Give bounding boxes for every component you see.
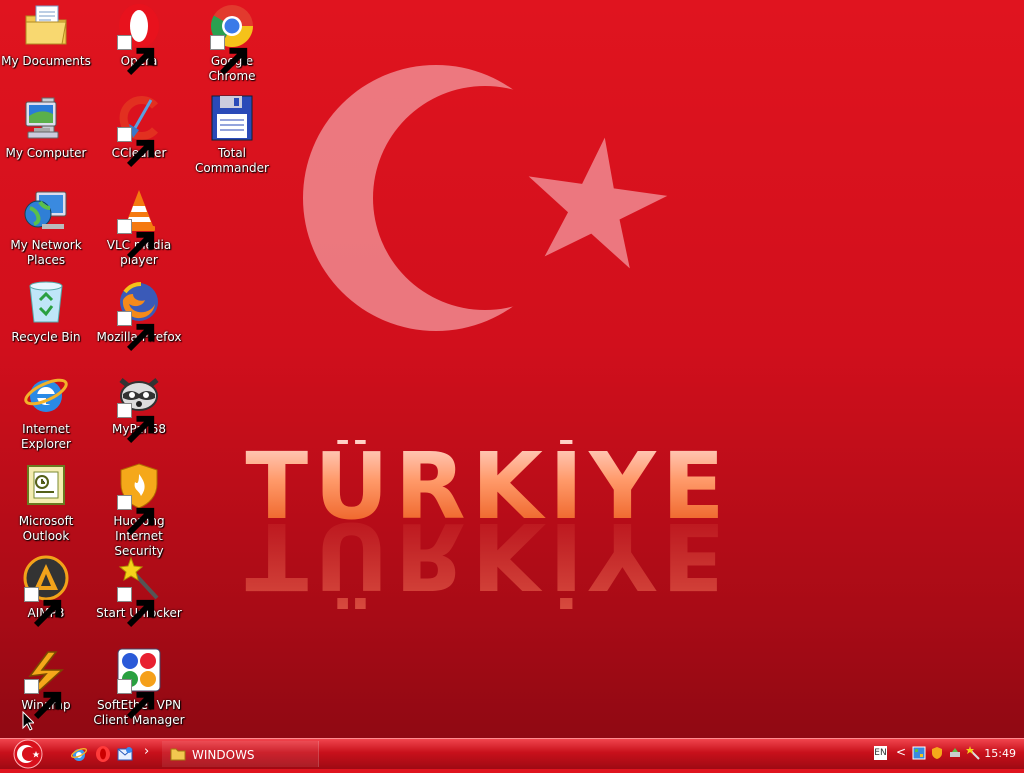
chrome-icon	[208, 2, 256, 76]
shortcut-arrow-icon	[117, 679, 155, 720]
desktop-icon-recycle-bin[interactable]: Recycle Bin	[0, 278, 92, 345]
desktop-icon-vlc-media-player[interactable]: VLC media player	[93, 186, 185, 268]
desktop-icon-opera[interactable]: Opera	[93, 2, 185, 76]
desktop-icon-softether-vpn[interactable]: SoftEther VPN Client Manager	[93, 646, 185, 728]
desktop-icon-start-unlocker[interactable]: Start Unlocker	[93, 554, 185, 628]
desktop-icon-mozilla-firefox[interactable]: Mozilla Firefox	[93, 278, 185, 352]
winamp-icon	[22, 646, 70, 720]
quicklaunch-internet-explorer[interactable]	[70, 745, 88, 763]
network-places-icon	[22, 186, 70, 234]
shortcut-arrow-icon	[24, 679, 62, 720]
quicklaunch-outlook-express[interactable]	[116, 745, 134, 763]
firefox-icon	[115, 278, 163, 352]
start-button[interactable]	[8, 739, 48, 769]
desktop-icon-my-network-places[interactable]: My Network Places	[0, 186, 92, 268]
desktop-icon-winamp[interactable]: Winamp	[0, 646, 92, 720]
desktop-icon-mypal-68[interactable]: MyPal 68	[93, 370, 185, 444]
desktop-icon-huorong-internet-security[interactable]: Huorong Internet Security	[93, 462, 185, 559]
banner-reflection: TÜRKİYE	[245, 502, 730, 610]
taskbar: › WINDOWS EN < 15:49	[0, 738, 1024, 769]
wand-icon	[115, 554, 163, 628]
ccleaner-icon	[115, 94, 163, 168]
desktop-icon-total-commander[interactable]: Total Commander	[186, 94, 278, 176]
start-crescent-icon	[13, 739, 43, 769]
shortcut-arrow-icon	[117, 35, 155, 76]
shortcut-arrow-icon	[117, 587, 155, 628]
shortcut-arrow-icon	[210, 35, 248, 76]
network-tray-icon[interactable]	[912, 746, 926, 760]
softether-icon	[115, 646, 163, 720]
folder-documents-icon	[22, 2, 70, 50]
icon-label: Total Commander	[195, 146, 269, 175]
desktop-icon-my-documents[interactable]: My Documents	[0, 2, 92, 69]
opera-icon	[115, 2, 163, 76]
outlook-express-icon	[117, 747, 133, 761]
desktop-icon-google-chrome[interactable]: Google Chrome	[186, 2, 278, 84]
shortcut-arrow-icon	[117, 219, 155, 260]
vlc-icon	[115, 186, 163, 260]
shortcut-arrow-icon	[117, 127, 155, 168]
turkiye-banner: TÜRKİYE TÜRKİYE	[245, 440, 730, 610]
outlook-icon	[22, 462, 70, 510]
quicklaunch-opera[interactable]	[94, 745, 112, 763]
floppy-icon	[208, 94, 256, 142]
mouse-pointer-icon	[22, 711, 34, 731]
huorong-tray-icon[interactable]	[930, 746, 944, 760]
desktop-icon-ccleaner[interactable]: CCleaner	[93, 94, 185, 168]
desktop-icon-aimp3[interactable]: AIMP3	[0, 554, 92, 628]
opera-icon	[96, 746, 110, 762]
taskbar-window-label: WINDOWS	[192, 748, 255, 762]
icon-label: Microsoft Outlook	[18, 514, 74, 543]
shortcut-arrow-icon	[24, 587, 62, 628]
desktop-icon-microsoft-outlook[interactable]: Microsoft Outlook	[0, 462, 92, 544]
unlocker-tray-icon[interactable]	[966, 746, 980, 760]
safely-remove-tray-icon[interactable]	[948, 746, 962, 760]
system-clock[interactable]: 15:49	[984, 747, 1016, 760]
quicklaunch-overflow-button[interactable]: ›	[144, 744, 149, 759]
icon-label: My Computer	[5, 146, 87, 160]
icon-label: Internet Explorer	[21, 422, 71, 451]
shortcut-arrow-icon	[117, 311, 155, 352]
tray-expand-button[interactable]: <	[896, 745, 906, 759]
mypal-icon	[115, 370, 163, 444]
shortcut-arrow-icon	[117, 495, 155, 536]
language-indicator[interactable]: EN	[874, 746, 887, 760]
icon-label: My Network Places	[10, 238, 82, 267]
huorong-icon	[115, 462, 163, 536]
computer-icon	[22, 94, 70, 142]
icon-label: Recycle Bin	[11, 330, 81, 344]
shortcut-arrow-icon	[117, 403, 155, 444]
internet-explorer-icon	[70, 747, 88, 761]
aimp-icon	[22, 554, 70, 628]
icon-label: My Documents	[1, 54, 91, 68]
folder-icon	[170, 748, 186, 761]
taskbar-window-button[interactable]: WINDOWS	[162, 741, 319, 767]
desktop-icon-my-computer[interactable]: My Computer	[0, 94, 92, 161]
desktop-icon-internet-explorer[interactable]: Internet Explorer	[0, 370, 92, 452]
internet-explorer-icon	[22, 370, 70, 418]
recycle-bin-icon	[22, 278, 70, 326]
